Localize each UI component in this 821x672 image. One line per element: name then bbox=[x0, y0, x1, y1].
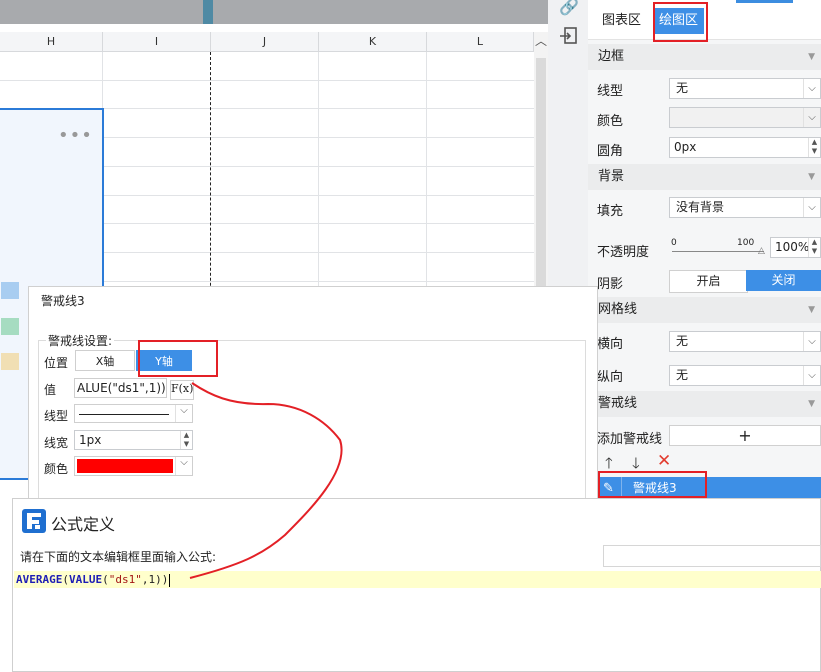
border-radius-label: 圆角 bbox=[597, 144, 624, 159]
section-gridlines[interactable]: 网格线 ▼ bbox=[588, 297, 821, 323]
delete-icon[interactable]: ✕ bbox=[657, 451, 671, 471]
legend-swatch bbox=[1, 318, 19, 335]
toolbar-strip bbox=[0, 0, 548, 24]
fill-label: 填充 bbox=[597, 204, 624, 219]
add-warning-button[interactable]: + bbox=[669, 425, 821, 446]
formula-dialog-title: 公式定义 bbox=[51, 515, 116, 534]
line-color-picker[interactable]: ⌵ bbox=[74, 456, 193, 476]
app-logo-icon bbox=[22, 509, 46, 533]
column-header-l[interactable]: L bbox=[427, 32, 534, 52]
scroll-thumb[interactable] bbox=[536, 58, 546, 288]
shadow-label: 阴影 bbox=[597, 277, 624, 292]
formula-button[interactable]: F(x) bbox=[170, 380, 194, 400]
legend-swatch bbox=[1, 353, 19, 370]
value-label: 值 bbox=[44, 383, 57, 397]
group-title: 警戒线设置: bbox=[46, 332, 115, 349]
grid-line bbox=[0, 80, 534, 81]
border-color-picker[interactable]: ⌵ bbox=[669, 107, 821, 128]
shadow-on-toggle[interactable]: 开启 bbox=[669, 270, 748, 293]
import-icon[interactable] bbox=[558, 26, 580, 48]
dialog-title: 警戒线3 bbox=[41, 294, 85, 308]
add-warning-label: 添加警戒线 bbox=[597, 432, 663, 447]
border-color-label: 颜色 bbox=[597, 114, 624, 129]
formula-prompt: 请在下面的文本编辑框里面输入公式: bbox=[20, 550, 217, 564]
opacity-min: 0 bbox=[671, 238, 677, 248]
section-warning-line[interactable]: 警戒线 ▼ bbox=[588, 391, 821, 417]
column-header-i[interactable]: I bbox=[103, 32, 211, 52]
x-axis-button[interactable]: X轴 bbox=[75, 350, 135, 371]
scroll-up-icon[interactable]: ︿ bbox=[534, 32, 548, 50]
column-header-h[interactable]: H bbox=[0, 32, 103, 52]
position-label: 位置 bbox=[44, 356, 69, 370]
opacity-slider-thumb[interactable]: △ bbox=[758, 246, 765, 256]
formula-search-input[interactable] bbox=[603, 545, 821, 567]
section-border[interactable]: 边框 ▼ bbox=[588, 44, 821, 70]
line-width-label: 线宽 bbox=[44, 436, 69, 450]
line-type-label: 线型 bbox=[44, 409, 69, 423]
chart-more-icon[interactable]: ••• bbox=[58, 127, 93, 145]
fill-select[interactable]: 没有背景 ⌵ bbox=[669, 197, 821, 218]
link-icon[interactable]: 🔗 bbox=[558, 0, 580, 18]
column-header-j[interactable]: J bbox=[211, 32, 319, 52]
highlight-plot-area-tab bbox=[653, 2, 708, 42]
column-header-row: H I J K L bbox=[0, 32, 548, 52]
highlight-y-axis bbox=[138, 340, 218, 377]
vertical-grid-select[interactable]: 无 ⌵ bbox=[669, 365, 821, 386]
section-background[interactable]: 背景 ▼ bbox=[588, 164, 821, 190]
opacity-label: 不透明度 bbox=[597, 245, 650, 260]
opacity-slider[interactable] bbox=[672, 251, 764, 252]
border-radius-input[interactable]: 0px ▲ ▼ bbox=[669, 137, 821, 158]
line-color-label: 颜色 bbox=[44, 462, 69, 476]
value-input[interactable]: ALUE("ds1",1)) bbox=[74, 378, 167, 398]
line-type-select[interactable]: ⌵ bbox=[74, 404, 193, 423]
border-line-type-select[interactable]: 无 ⌵ bbox=[669, 78, 821, 99]
line-width-input[interactable]: 1px ▲ ▼ bbox=[74, 430, 193, 450]
vertical-grid-label: 纵向 bbox=[597, 370, 624, 385]
legend-swatch bbox=[1, 282, 19, 299]
opacity-max: 100 bbox=[737, 238, 755, 248]
tab-chart-area[interactable]: 图表区 bbox=[596, 8, 647, 34]
highlight-warning-item bbox=[598, 471, 707, 498]
opacity-input[interactable]: 100% ▲ ▼ bbox=[770, 237, 821, 258]
border-line-type-label: 线型 bbox=[597, 84, 624, 99]
formula-editor[interactable]: AVERAGE(VALUE("ds1",1)) bbox=[16, 572, 171, 587]
horizontal-grid-label: 横向 bbox=[597, 337, 624, 352]
horizontal-grid-select[interactable]: 无 ⌵ bbox=[669, 331, 821, 352]
column-header-k[interactable]: K bbox=[319, 32, 427, 52]
shadow-off-toggle[interactable]: 关闭 bbox=[746, 270, 821, 291]
